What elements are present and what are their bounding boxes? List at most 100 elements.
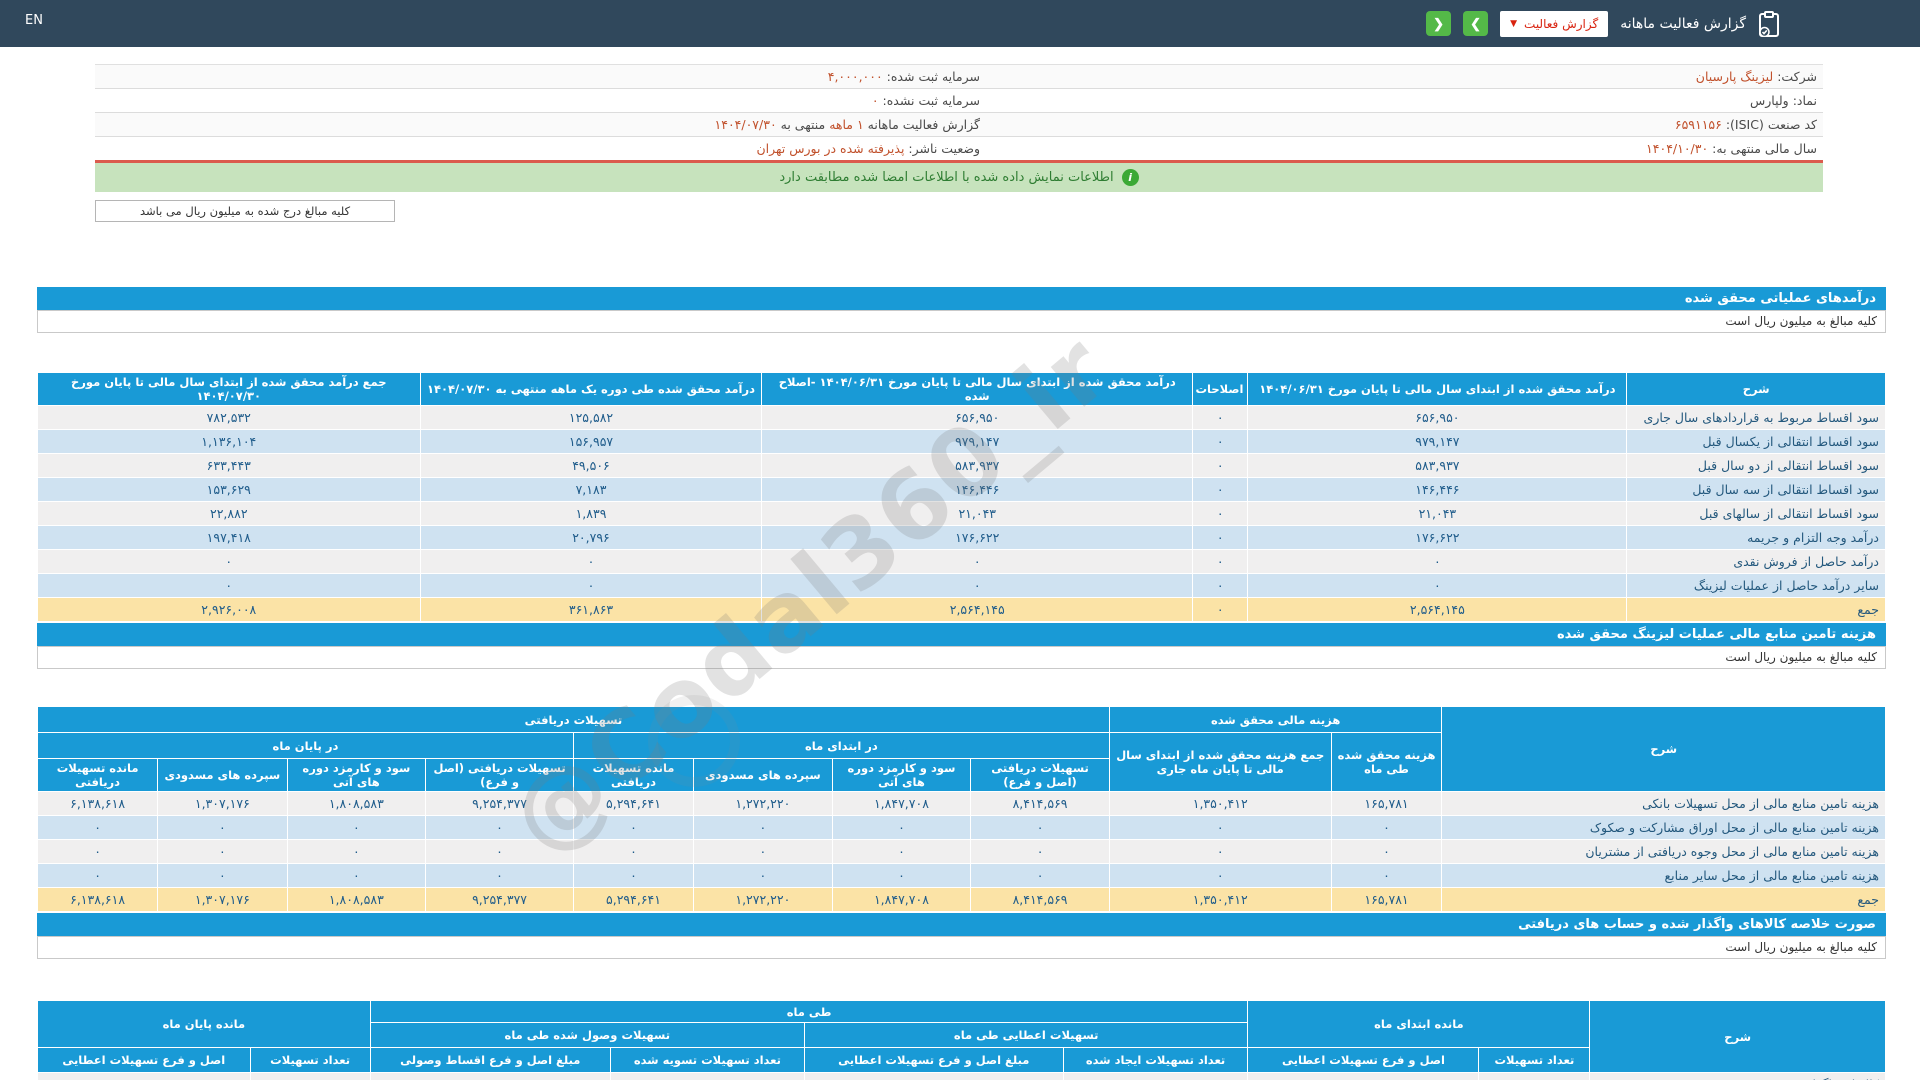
table-row: هزینه تامین منابع مالی از محل اوراق مشار…	[36, 815, 1886, 840]
col-header-begin-blocked-deposits: سپرده های مسدودی	[693, 758, 833, 792]
cell-value: ۰	[1247, 549, 1628, 574]
cell-value: ۰	[1192, 453, 1249, 478]
row-label: کالاهای واگذار شده	[1589, 1072, 1886, 1080]
cell-value: ۹,۲۵۴,۳۷۷	[425, 887, 574, 912]
cell-value: ۰	[1247, 573, 1628, 598]
field-value: ۴,۰۰۰,۰۰۰	[827, 69, 883, 84]
field-value: ۱۴۰۴/۰۷/۳۰	[714, 117, 777, 132]
language-toggle-en[interactable]: EN	[25, 13, 43, 28]
cell-value: ۰	[1330, 863, 1443, 888]
cell-value: ۵,۲۹۴,۶۴۱	[572, 887, 695, 912]
col-header-end-future-interest: سود و کارمزد دوره های آتی	[286, 758, 427, 792]
cell-value: ۰	[1192, 405, 1249, 430]
cell-value	[803, 1072, 1064, 1080]
cell-value: ۱,۳۰۷,۱۷۶	[157, 791, 288, 816]
report-type-dropdown-label: گزارش فعالیت	[1524, 16, 1599, 31]
cell-value	[1478, 1072, 1591, 1080]
col-header-begin-count: تعداد تسهیلات	[1478, 1047, 1591, 1073]
col-header-adjustments: اصلاحات	[1192, 372, 1249, 406]
cell-value: ۵,۲۹۴,۶۴۱	[572, 791, 695, 816]
cell-value: ۹,۲۵۴,۳۷۷	[425, 791, 574, 816]
field-value: ۱ ماهه	[825, 117, 864, 132]
cell-value: ۵۸۳,۹۳۷	[1247, 453, 1628, 478]
cell-value: ۰	[425, 839, 574, 864]
cell-value: ۰	[1108, 839, 1332, 864]
field-value: لیزینگ پارسیان	[1695, 69, 1774, 84]
table-row: درآمد حاصل از فروش نقدی ۰ ۰ ۰ ۰ ۰	[37, 549, 1886, 574]
cell-value	[369, 1072, 611, 1080]
company-info-cell: سرمایه ثبت شده: ۴,۰۰۰,۰۰۰	[95, 69, 980, 84]
report-page: EN گزارش فعالیت ماهانه گزارش فعالیت ▼ ❯ …	[0, 0, 1920, 1080]
company-info-cell: گزارش فعالیت ماهانه ۱ ماهه منتهی به ۱۴۰۴…	[95, 117, 980, 132]
field-label: گزارش فعالیت ماهانه	[863, 117, 980, 132]
cell-value: ۰	[37, 549, 421, 574]
group-header-collected-facilities: تسهیلات وصول شده طی ماه	[369, 1022, 805, 1048]
cell-value: ۰	[831, 839, 972, 864]
page-title: گزارش فعالیت ماهانه	[1620, 15, 1746, 32]
field-value: پذیرفته شده در بورس تهران	[756, 141, 905, 156]
goods-receivables-table: شرح مانده ابتدای ماه طی ماه مانده پایان …	[37, 1000, 1886, 1080]
cell-value: ۰	[1192, 597, 1249, 622]
col-header-cost-month: هزینه محقق شده طی ماه	[1330, 732, 1443, 792]
cell-value: ۰	[970, 815, 1110, 840]
field-value: ۱۴۰۴/۱۰/۳۰	[1646, 141, 1709, 156]
report-type-dropdown[interactable]: گزارش فعالیت ▼	[1500, 10, 1609, 37]
group-header-during-month: طی ماه	[369, 1000, 1249, 1023]
col-header-end-principal: اصل و فرع تسهیلات اعطایی	[37, 1047, 251, 1073]
col-header-created-count: تعداد تسهیلات ایجاد شده	[1062, 1047, 1249, 1073]
cell-value: ۶۳۳,۴۴۳	[37, 453, 421, 478]
col-header-end-count: تعداد تسهیلات	[249, 1047, 371, 1073]
top-navigation-bar: EN گزارش فعالیت ماهانه گزارش فعالیت ▼ ❯ …	[0, 0, 1920, 47]
row-label: جمع	[1626, 597, 1886, 622]
cell-value: ۷,۱۸۳	[419, 477, 763, 502]
cell-value: ۰	[286, 863, 427, 888]
cell-value: ۵۸۳,۹۳۷	[761, 453, 1194, 478]
row-label: سود اقساط انتقالی از سالهای قبل	[1626, 501, 1886, 526]
cell-value	[37, 1072, 251, 1080]
cell-value: ۰	[419, 549, 763, 574]
cell-value: ۱,۲۷۲,۲۲۰	[693, 791, 833, 816]
cell-value: ۰	[419, 573, 763, 598]
table-row: سود اقساط انتقالی از سه سال قبل ۱۴۶,۴۴۶ ۰ ۱…	[37, 477, 1886, 502]
field-label: سرمایه ثبت شده:	[882, 69, 980, 84]
field-label: کد صنعت (ISIC):	[1721, 117, 1817, 132]
company-info-cell: کد صنعت (ISIC): ۶۵۹۱۱۵۶	[980, 117, 1823, 132]
table-row: هزینه تامین منابع مالی از محل وجوه دریاف…	[36, 839, 1886, 864]
col-header-settled-count: تعداد تسهیلات تسویه شده	[609, 1047, 805, 1073]
cell-value: ۱,۸۴۷,۷۰۸	[831, 887, 972, 912]
cell-value	[609, 1072, 805, 1080]
col-header-sharh: شرح	[1589, 1000, 1886, 1073]
cell-value: ۸,۴۱۴,۵۶۹	[970, 791, 1110, 816]
cell-value: ۲۲,۸۸۲	[37, 501, 421, 526]
table-row: درآمد وجه التزام و جریمه ۱۷۶,۶۲۲ ۰ ۱۷۶,۶۲۲ ۲…	[37, 525, 1886, 550]
next-report-button[interactable]: ❯	[1463, 11, 1489, 36]
col-header-collected-amount: مبلغ اصل و فرع اقساط وصولی	[369, 1047, 611, 1073]
group-header-realized-cost: هزینه مالی محقق شده	[1108, 706, 1443, 733]
cell-value: ۱,۳۵۰,۴۱۲	[1108, 887, 1332, 912]
table-row: هزینه تامین منابع مالی از محل تسهیلات با…	[36, 791, 1886, 816]
row-label: جمع	[1441, 887, 1886, 912]
cell-value	[249, 1072, 371, 1080]
field-label: شرکت:	[1773, 69, 1817, 84]
field-value: ۶۵۹۱۱۵۶	[1674, 117, 1722, 132]
group-header-end-balance: مانده پایان ماه	[37, 1000, 371, 1048]
cell-value: ۲۰,۷۹۶	[419, 525, 763, 550]
row-label: سود اقساط انتقالی از یکسال قبل	[1626, 429, 1886, 454]
cell-value: ۱,۸۰۸,۵۸۳	[286, 887, 427, 912]
cell-value: ۰	[425, 863, 574, 888]
company-info-cell: وضعیت ناشر: پذیرفته شده در بورس تهران	[95, 141, 980, 156]
cell-value: ۶,۱۳۸,۶۱۸	[36, 791, 159, 816]
cell-value: ۰	[831, 863, 972, 888]
company-info-row: نماد: ولپارس سرمایه ثبت نشده: ۰	[95, 89, 1823, 113]
col-header-income-to-0631: درآمد محقق شده از ابتدای سال مالی تا پای…	[1247, 372, 1628, 406]
field-value: ۰	[871, 93, 879, 108]
cell-value: ۰	[157, 815, 288, 840]
row-label: هزینه تامین منابع مالی از محل اوراق مشار…	[1441, 815, 1886, 840]
previous-report-button[interactable]: ❮	[1426, 11, 1452, 36]
cell-value: ۰	[36, 863, 159, 888]
cell-value: ۹۷۹,۱۴۷	[1247, 429, 1628, 454]
table-row: سود اقساط انتقالی از یکسال قبل ۹۷۹,۱۴۷ ۰ ۹۷…	[37, 429, 1886, 454]
section-title-financing-cost: هزینه تامین منابع مالی عملیات لیزینگ محق…	[37, 623, 1886, 646]
cell-value: ۰	[572, 839, 695, 864]
field-label: سرمایه ثبت نشده:	[878, 93, 980, 108]
